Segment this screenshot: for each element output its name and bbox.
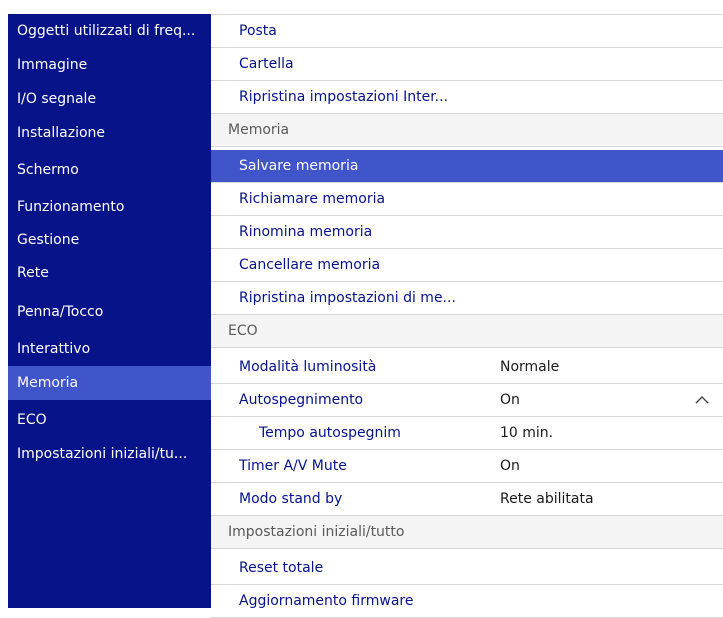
menu-item-rinomina-memoria[interactable]: Rinomina memoria <box>211 216 723 249</box>
sidebar-item-installazione[interactable]: Installazione <box>8 116 211 150</box>
setting-value: 10 min. <box>500 425 554 441</box>
setting-tempo-autospegnim[interactable]: Tempo autospegnim 10 min. <box>211 417 723 450</box>
menu-item-richiamare-memoria[interactable]: Richiamare memoria <box>211 183 723 216</box>
setting-value: On <box>500 392 520 408</box>
setting-value: Rete abilitata <box>500 491 594 507</box>
menu-item-cartella[interactable]: Cartella <box>211 48 723 81</box>
menu-item-posta[interactable]: Posta <box>211 15 723 48</box>
projector-menu-screen: Oggetti utilizzati di freq... Immagine I… <box>0 0 723 618</box>
setting-value: Normale <box>500 359 560 375</box>
sidebar: Oggetti utilizzati di freq... Immagine I… <box>8 14 211 608</box>
sidebar-item-immagine[interactable]: Immagine <box>8 48 211 82</box>
setting-label: Timer A/V Mute <box>239 458 347 474</box>
menu-item-ripristina-impostazioni-memoria[interactable]: Ripristina impostazioni di me... <box>211 282 723 315</box>
sidebar-item-gestione[interactable]: Gestione <box>8 223 211 257</box>
section-header-memoria: Memoria <box>211 114 723 147</box>
sidebar-item-funzionamento[interactable]: Funzionamento <box>8 190 211 224</box>
sidebar-item-io-segnale[interactable]: I/O segnale <box>8 82 211 116</box>
setting-label: Autospegnimento <box>239 392 364 408</box>
menu-item-aggiornamento-firmware[interactable]: Aggiornamento firmware <box>211 585 723 618</box>
chevron-up-icon[interactable] <box>695 384 709 416</box>
setting-modalita-luminosita[interactable]: Modalità luminosità Normale <box>211 351 723 384</box>
setting-label: Tempo autospegnim <box>259 425 401 441</box>
section-header-eco: ECO <box>211 315 723 348</box>
menu-item-reset-totale[interactable]: Reset totale <box>211 552 723 585</box>
setting-autospegnimento[interactable]: Autospegnimento On <box>211 384 723 417</box>
sidebar-item-memoria[interactable]: Memoria <box>8 366 211 400</box>
section-header-impostazioni-iniziali: Impostazioni iniziali/tutto <box>211 516 723 549</box>
setting-modo-stand-by[interactable]: Modo stand by Rete abilitata <box>211 483 723 516</box>
setting-label: Modo stand by <box>239 491 343 507</box>
sidebar-item-impostazioni-iniziali[interactable]: Impostazioni iniziali/tu... <box>8 437 211 471</box>
sidebar-item-schermo[interactable]: Schermo <box>8 153 211 187</box>
sidebar-item-rete[interactable]: Rete <box>8 256 211 290</box>
menu-item-salvare-memoria[interactable]: Salvare memoria <box>211 150 723 183</box>
setting-label: Modalità luminosità <box>239 359 377 375</box>
menu-item-cancellare-memoria[interactable]: Cancellare memoria <box>211 249 723 282</box>
sidebar-item-penna-tocco[interactable]: Penna/Tocco <box>8 295 211 329</box>
settings-panel: Posta Cartella Ripristina impostazioni I… <box>211 14 723 618</box>
menu-item-ripristina-impostazioni-inter[interactable]: Ripristina impostazioni Inter... <box>211 81 723 114</box>
sidebar-item-interattivo[interactable]: Interattivo <box>8 332 211 366</box>
setting-value: On <box>500 458 520 474</box>
sidebar-item-oggetti-utilizzati[interactable]: Oggetti utilizzati di freq... <box>8 14 211 48</box>
sidebar-item-eco[interactable]: ECO <box>8 403 211 437</box>
setting-timer-av-mute[interactable]: Timer A/V Mute On <box>211 450 723 483</box>
